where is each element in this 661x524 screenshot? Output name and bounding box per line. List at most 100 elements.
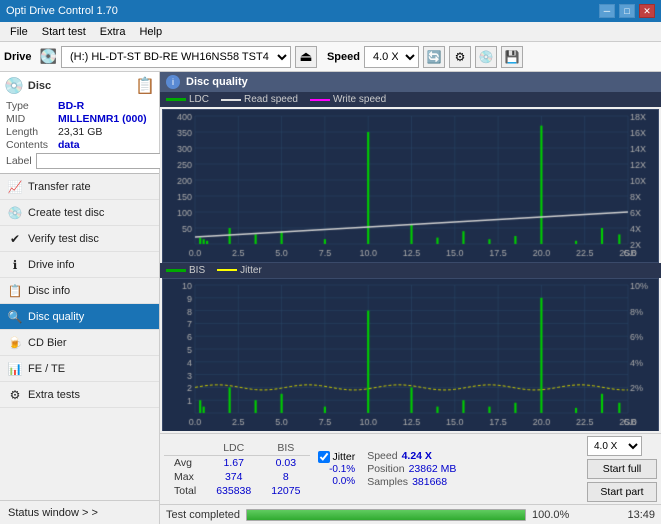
legend-ldc: LDC <box>166 94 209 105</box>
status-bar-text: Test completed <box>166 509 240 521</box>
disc-mid-value: MILLENMR1 (000) <box>58 113 147 125</box>
speed-selector[interactable]: 4.0 X Max 2.0 X 8.0 X <box>364 46 419 68</box>
ldc-chart-canvas <box>163 110 658 262</box>
progress-bar-fill <box>247 510 525 520</box>
sidebar-item-disc-quality[interactable]: 🔍 Disc quality <box>0 304 159 330</box>
window-controls: ─ □ ✕ <box>599 4 655 18</box>
minimize-button[interactable]: ─ <box>599 4 615 18</box>
eject-button[interactable]: ⏏ <box>295 46 317 68</box>
disc-contents-value: data <box>58 139 80 151</box>
disc-icon: 💿 <box>4 76 24 96</box>
menu-bar: File Start test Extra Help <box>0 22 661 42</box>
samples-row: Samples 381668 <box>367 476 456 488</box>
disc-button[interactable]: 💿 <box>475 46 497 68</box>
legend-write-speed-color <box>310 99 330 101</box>
sidebar-item-label-fe-te: FE / TE <box>28 363 65 375</box>
start-part-button[interactable]: Start part <box>587 482 657 502</box>
sidebar-item-verify-test-disc[interactable]: ✔ Verify test disc <box>0 226 159 252</box>
stats-max-row: Max 374 8 <box>164 470 310 484</box>
stats-total-bis: 12075 <box>261 484 310 498</box>
stats-avg-row: Avg 1.67 0.03 <box>164 455 310 470</box>
chart-header: i Disc quality <box>160 72 661 92</box>
chart-bis <box>162 278 659 432</box>
stats-max-bis: 8 <box>261 470 310 484</box>
jitter-avg-value: -0.1% <box>318 464 355 475</box>
legend-ldc-label: LDC <box>189 94 209 105</box>
fe-te-icon: 📊 <box>8 362 22 376</box>
progress-bar-container <box>246 509 526 521</box>
sidebar-item-extra-tests[interactable]: ⚙ Extra tests <box>0 382 159 408</box>
transfer-rate-icon: 📈 <box>8 180 22 194</box>
sidebar-item-label-create-test-disc: Create test disc <box>28 207 104 219</box>
content-area: i Disc quality LDC Read speed Write spee… <box>160 72 661 524</box>
extra-tests-icon: ⚙ <box>8 388 22 402</box>
legend-read-speed-color <box>221 99 241 101</box>
samples-value: 381668 <box>412 476 447 488</box>
stats-total-ldc: 635838 <box>206 484 261 498</box>
disc-length-value: 23,31 GB <box>58 126 102 138</box>
stats-col-ldc: LDC <box>206 441 261 456</box>
stats-total-label: Total <box>164 484 206 498</box>
start-controls: 4.0 X Max 2.0 X Start full Start part <box>587 436 657 502</box>
start-speed-selector[interactable]: 4.0 X Max 2.0 X <box>587 436 642 456</box>
sidebar-item-label-disc-quality: Disc quality <box>28 311 84 323</box>
main-layout: 💿 Disc 📋 Type BD-R MID MILLENMR1 (000) L… <box>0 72 661 524</box>
disc-length-label: Length <box>6 126 58 138</box>
speed-label: Speed <box>327 51 360 63</box>
speed-info: Speed 4.24 X Position 23862 MB Samples 3… <box>367 450 456 488</box>
stats-max-label: Max <box>164 470 206 484</box>
speed-label-text: Speed <box>367 450 397 462</box>
sidebar-item-cd-bier[interactable]: 🍺 CD Bier <box>0 330 159 356</box>
stats-avg-ldc: 1.67 <box>206 455 261 470</box>
status-window-button[interactable]: Status window > > <box>0 500 159 524</box>
app-title: Opti Drive Control 1.70 <box>6 5 118 17</box>
speed-avg-value: 4.24 X <box>402 450 432 462</box>
legend-write-speed: Write speed <box>310 94 386 105</box>
disc-type-label: Type <box>6 100 58 112</box>
jitter-label: Jitter <box>332 451 355 463</box>
position-value: 23862 MB <box>409 463 457 475</box>
start-full-button[interactable]: Start full <box>587 459 657 479</box>
sidebar-item-label-verify-test-disc: Verify test disc <box>28 233 99 245</box>
disc-panel-title: Disc <box>28 80 51 92</box>
jitter-checkbox[interactable] <box>318 451 330 463</box>
disc-expand-icon[interactable]: 📋 <box>135 76 155 96</box>
menu-file[interactable]: File <box>4 24 34 40</box>
toolbar: Drive 💽 (H:) HL-DT-ST BD-RE WH16NS58 TST… <box>0 42 661 72</box>
save-button[interactable]: 💾 <box>501 46 523 68</box>
settings-button[interactable]: ⚙ <box>449 46 471 68</box>
nav-items: 📈 Transfer rate 💿 Create test disc ✔ Ver… <box>0 174 159 500</box>
menu-extra[interactable]: Extra <box>94 24 132 40</box>
disc-quality-icon: 🔍 <box>8 310 22 324</box>
sidebar-item-create-test-disc[interactable]: 💿 Create test disc <box>0 200 159 226</box>
sidebar-item-label-cd-bier: CD Bier <box>28 337 67 349</box>
chart-legend-top: LDC Read speed Write speed <box>160 92 661 107</box>
stats-total-row: Total 635838 12075 <box>164 484 310 498</box>
sidebar: 💿 Disc 📋 Type BD-R MID MILLENMR1 (000) L… <box>0 72 160 524</box>
stats-col-empty <box>164 441 206 456</box>
sidebar-item-disc-info[interactable]: 📋 Disc info <box>0 278 159 304</box>
legend-jitter-color <box>217 269 237 271</box>
maximize-button[interactable]: □ <box>619 4 635 18</box>
jitter-checkbox-row: Jitter <box>318 451 355 463</box>
menu-help[interactable]: Help <box>133 24 168 40</box>
sidebar-item-label-drive-info: Drive info <box>28 259 74 271</box>
close-button[interactable]: ✕ <box>639 4 655 18</box>
menu-start-test[interactable]: Start test <box>36 24 92 40</box>
position-row: Position 23862 MB <box>367 463 456 475</box>
status-bar: Test completed 100.0% 13:49 <box>160 504 661 524</box>
drive-label: Drive <box>4 51 32 63</box>
disc-label-input[interactable] <box>36 153 172 169</box>
chart-ldc <box>162 109 659 263</box>
stats-table: LDC BIS Avg 1.67 0.03 Max 374 8 <box>164 441 310 498</box>
sidebar-item-transfer-rate[interactable]: 📈 Transfer rate <box>0 174 159 200</box>
drive-selector[interactable]: (H:) HL-DT-ST BD-RE WH16NS58 TST4 <box>61 46 291 68</box>
sidebar-item-fe-te[interactable]: 📊 FE / TE <box>0 356 159 382</box>
stats-col-bis: BIS <box>261 441 310 456</box>
refresh-button[interactable]: 🔄 <box>423 46 445 68</box>
drive-info-icon: ℹ <box>8 258 22 272</box>
stats-avg-label: Avg <box>164 455 206 470</box>
chart-header-title: Disc quality <box>186 76 248 88</box>
sidebar-item-drive-info[interactable]: ℹ Drive info <box>0 252 159 278</box>
legend-bis: BIS <box>166 265 205 276</box>
